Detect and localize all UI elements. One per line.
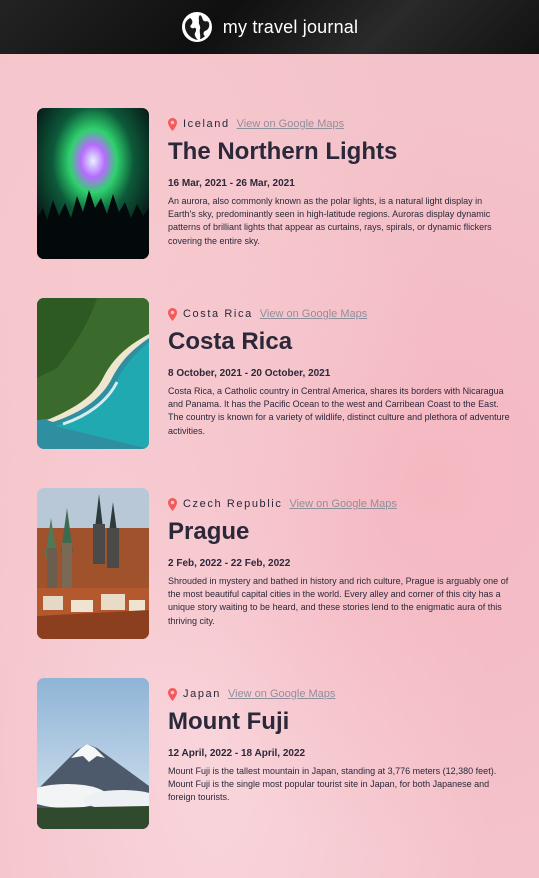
app-header: my travel journal [0, 0, 539, 54]
entry-image-aurora [37, 108, 149, 259]
journal-entry: Czech Republic View on Google Maps Pragu… [37, 488, 511, 678]
trip-dates: 16 Mar, 2021 - 26 Mar, 2021 [168, 178, 295, 189]
trip-dates: 12 April, 2022 - 18 April, 2022 [168, 748, 306, 759]
globe-icon [181, 12, 212, 42]
trip-dates: 8 October, 2021 - 20 October, 2021 [168, 368, 331, 379]
place-title: Mount Fuji [168, 708, 290, 735]
place-title: Prague [168, 518, 250, 545]
place-title: Costa Rica [168, 328, 293, 355]
entry-info: Costa Rica View on Google Maps Costa Ric… [168, 306, 511, 438]
journal-entry: Japan View on Google Maps Mount Fuji 12 … [37, 678, 511, 868]
country-label: Iceland [183, 118, 230, 130]
location-pin-icon [168, 497, 177, 511]
country-label: Costa Rica [183, 308, 253, 320]
journal-entry: Iceland View on Google Maps The Northern… [37, 108, 511, 298]
location-row: Costa Rica View on Google Maps [168, 306, 511, 322]
entry-image-city [37, 488, 149, 639]
google-maps-link[interactable]: View on Google Maps [237, 118, 344, 130]
country-label: Czech Republic [183, 498, 283, 510]
place-description: An aurora, also commonly known as the po… [168, 196, 492, 246]
entry-info: Czech Republic View on Google Maps Pragu… [168, 496, 511, 628]
google-maps-link[interactable]: View on Google Maps [260, 308, 367, 320]
location-row: Iceland View on Google Maps [168, 116, 511, 132]
country-label: Japan [183, 688, 221, 700]
place-description: Mount Fuji is the tallest mountain in Ja… [168, 766, 497, 803]
place-description: Costa Rica, a Catholic country in Centra… [168, 386, 510, 436]
trip-dates: 2 Feb, 2022 - 22 Feb, 2022 [168, 558, 291, 569]
journal-entry: Costa Rica View on Google Maps Costa Ric… [37, 298, 511, 488]
entry-info: Japan View on Google Maps Mount Fuji 12 … [168, 686, 511, 805]
entry-image-mountain [37, 678, 149, 829]
google-maps-link[interactable]: View on Google Maps [289, 498, 396, 510]
app-title: my travel journal [222, 16, 359, 37]
location-pin-icon [168, 687, 177, 701]
entry-image-coast [37, 298, 149, 449]
location-row: Japan View on Google Maps [168, 686, 511, 702]
google-maps-link[interactable]: View on Google Maps [228, 688, 335, 700]
place-title: The Northern Lights [168, 138, 398, 165]
location-row: Czech Republic View on Google Maps [168, 496, 511, 512]
entry-info: Iceland View on Google Maps The Northern… [168, 116, 511, 248]
location-pin-icon [168, 117, 177, 131]
location-pin-icon [168, 307, 177, 321]
place-description: Shrouded in mystery and bathed in histor… [168, 576, 509, 626]
journal-entries: Iceland View on Google Maps The Northern… [0, 54, 539, 868]
